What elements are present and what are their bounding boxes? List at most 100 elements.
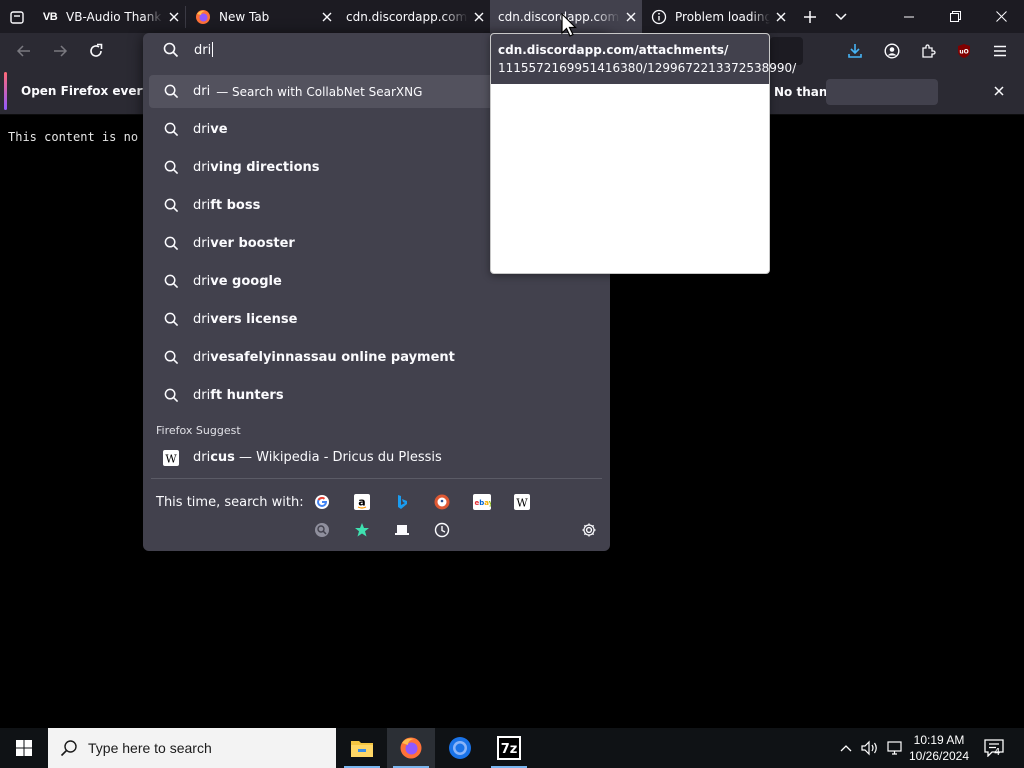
windows-logo-icon: [16, 740, 32, 756]
clock-time: 10:19 AM: [913, 733, 965, 747]
close-icon: [169, 12, 179, 21]
volume-button[interactable]: [859, 728, 881, 768]
svg-text:7z: 7z: [501, 742, 518, 757]
minimize-button[interactable]: [886, 0, 932, 33]
amazon-engine-button[interactable]: a: [352, 492, 372, 512]
back-button[interactable]: [9, 36, 39, 66]
wiki-title: — Wikipedia - Dricus du Plessis: [234, 450, 442, 465]
duckduckgo-engine-button[interactable]: [432, 492, 452, 512]
wiki-completion: cus: [210, 450, 235, 465]
tab-title: New Tab: [219, 9, 270, 24]
tab-new-tab[interactable]: New Tab: [186, 0, 338, 33]
search-icon: [163, 42, 179, 58]
search-engines-mode-button[interactable]: [312, 520, 332, 540]
taskbar-7zip[interactable]: 7z: [485, 728, 533, 768]
tab-vb-audio[interactable]: VB VB-Audio Thank You: [33, 0, 185, 33]
close-icon: [776, 12, 786, 21]
google-engine-button[interactable]: [312, 492, 332, 512]
search-suggestion-row[interactable]: drivers license: [149, 303, 604, 336]
urlbar-input[interactable]: dri: [194, 42, 214, 58]
extensions-button[interactable]: [913, 36, 943, 66]
taskbar-clock[interactable]: 10:19 AM 10/26/2024: [906, 732, 972, 764]
search-icon: [149, 388, 193, 403]
suggestion-completion: vesafelyinnassau online payment: [210, 350, 455, 365]
tabs-icon: [395, 525, 409, 535]
history-clock-icon: [434, 522, 450, 538]
account-button[interactable]: [877, 36, 907, 66]
suggestion-typed-prefix: dri: [193, 312, 211, 327]
wikipedia-suggestion-row[interactable]: W dricus — Wikipedia - Dricus du Plessis: [149, 441, 604, 474]
close-tab-button[interactable]: [770, 6, 792, 28]
search-suggestion-row[interactable]: drift hunters: [149, 379, 604, 412]
heuristic-action: — Search with CollabNet SearXNG: [216, 84, 423, 99]
download-icon: [848, 44, 862, 58]
bookmarks-mode-button[interactable]: [352, 520, 372, 540]
wikipedia-engine-button[interactable]: W: [512, 492, 532, 512]
forward-button[interactable]: [45, 36, 75, 66]
vb-audio-icon: VB: [42, 10, 58, 23]
search-settings-button[interactable]: [579, 520, 599, 540]
network-button[interactable]: [884, 728, 906, 768]
restore-button[interactable]: [932, 0, 978, 33]
suggestion-typed-prefix: dri: [193, 388, 211, 403]
close-tab-button[interactable]: [620, 6, 642, 28]
start-button[interactable]: [0, 728, 48, 768]
search-icon: [149, 312, 193, 327]
tab-strip: VB VB-Audio Thank You New Tab cdn.discor…: [0, 0, 1024, 33]
suggestion-typed-prefix: dri: [193, 274, 211, 289]
suggestion-completion: ving directions: [210, 160, 320, 175]
wiki-prefix: dri: [193, 450, 211, 465]
ebay-engine-button[interactable]: ebay: [472, 492, 492, 512]
svg-text:W: W: [165, 452, 177, 465]
firefox-icon: [195, 9, 211, 25]
close-tab-button[interactable]: [163, 6, 185, 28]
close-tab-button[interactable]: [316, 6, 338, 28]
close-window-button[interactable]: [978, 0, 1024, 33]
reload-button[interactable]: [81, 36, 111, 66]
tab-problem-loading[interactable]: Problem loading page: [642, 0, 792, 33]
search-icon: [149, 350, 193, 365]
downloads-button[interactable]: [840, 36, 870, 66]
suggestion-typed-prefix: dri: [193, 160, 211, 175]
wikipedia-icon: W: [149, 449, 193, 466]
svg-text:uO: uO: [959, 49, 968, 56]
taskbar-search-box[interactable]: Type here to search: [48, 728, 336, 768]
windows-taskbar: Type here to search 7z 10:19 AM 10/26/20…: [0, 728, 1024, 768]
bookmarks-star-icon: [355, 523, 369, 537]
firefox-suggest-label: Firefox Suggest: [156, 424, 241, 437]
bing-engine-button[interactable]: [392, 492, 412, 512]
tabs-mode-button[interactable]: [392, 520, 412, 540]
history-mode-button[interactable]: [432, 520, 452, 540]
svg-text:W: W: [516, 497, 528, 510]
file-explorer-icon: [351, 741, 373, 757]
search-icon: [60, 740, 77, 757]
show-hidden-icons-button[interactable]: [836, 728, 856, 768]
suggestion-typed-prefix: dri: [193, 122, 211, 137]
suggestion-completion: ver booster: [210, 236, 295, 251]
close-icon: [474, 12, 484, 21]
tab-hover-preview: cdn.discordapp.com/attachments/ 11155721…: [490, 33, 796, 274]
forward-arrow-icon: [54, 45, 68, 57]
bing-icon: [398, 495, 407, 509]
app-menu-button[interactable]: [985, 36, 1015, 66]
tab-discord-cdn-1[interactable]: cdn.discordapp.com/attachments: [338, 0, 490, 33]
list-all-tabs-button[interactable]: [829, 0, 853, 33]
new-tab-button[interactable]: [797, 0, 823, 33]
taskbar-file-explorer[interactable]: [338, 728, 386, 768]
show-desktop-button[interactable]: [1018, 728, 1024, 768]
ublock-origin-icon: uO: [958, 44, 970, 58]
ublock-origin-button[interactable]: uO: [949, 36, 979, 66]
taskbar-firefox[interactable]: [387, 728, 435, 768]
duckduckgo-icon: [434, 494, 450, 510]
notification-close-button[interactable]: [988, 80, 1010, 102]
firefox-icon: [400, 737, 422, 759]
taskbar-chromium[interactable]: [436, 728, 484, 768]
tab-list-button[interactable]: [0, 0, 33, 33]
search-icon: [149, 160, 193, 175]
notification-primary-button[interactable]: [826, 79, 938, 105]
clock-date: 10/26/2024: [908, 749, 970, 763]
tab-list-icon: [9, 10, 24, 24]
search-suggestion-row[interactable]: drivesafelyinnassau online payment: [149, 341, 604, 374]
close-tab-button[interactable]: [468, 6, 490, 28]
reload-icon: [90, 43, 103, 57]
